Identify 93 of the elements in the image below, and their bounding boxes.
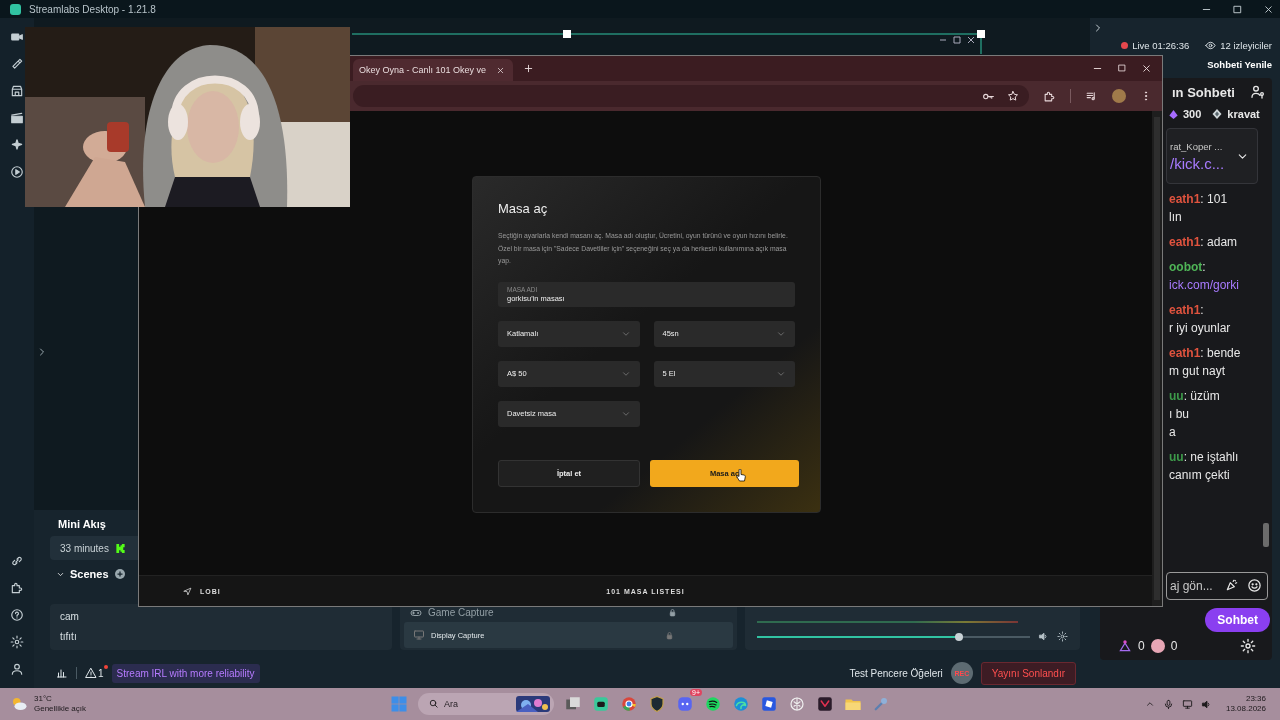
alert-count: 1 xyxy=(98,667,104,679)
scene-item[interactable]: tıfıtı xyxy=(50,628,392,646)
close-icon[interactable] xyxy=(1141,63,1152,74)
start-icon[interactable] xyxy=(390,695,408,713)
sound-waves-icon[interactable] xyxy=(704,695,722,713)
maximize-icon[interactable] xyxy=(1117,63,1127,73)
dialog-title: Masa aç xyxy=(498,201,549,216)
gem-icon xyxy=(1168,108,1179,120)
window-title: Streamlabs Desktop - 1.21.8 xyxy=(29,3,156,15)
extensions-icon[interactable] xyxy=(1043,89,1056,103)
app-logo-icon xyxy=(10,3,21,15)
send-chat-button[interactable]: Sohbet xyxy=(1205,608,1270,632)
chat-message: oobot: ick.com/gorki xyxy=(1169,259,1240,294)
speaker-icon[interactable] xyxy=(1200,698,1212,710)
lock-icon[interactable] xyxy=(665,630,674,640)
help-icon[interactable] xyxy=(10,608,24,622)
close-icon[interactable] xyxy=(1263,3,1274,15)
tilted-square-icon[interactable] xyxy=(760,695,778,713)
scene-item[interactable]: cam xyxy=(50,608,392,626)
knot-icon[interactable] xyxy=(788,695,806,713)
weather-icon[interactable] xyxy=(10,695,28,713)
search-icon xyxy=(428,698,439,709)
sparkle-icon[interactable] xyxy=(10,138,24,152)
live-timer: Live 01:26:36 xyxy=(1132,40,1190,51)
party-popper-icon[interactable] xyxy=(1225,578,1239,592)
refresh-chat-link[interactable]: Sohbeti Yenile xyxy=(1207,59,1272,70)
puzzle-icon[interactable] xyxy=(10,581,24,595)
user-icon[interactable] xyxy=(10,662,24,676)
robot-icon[interactable] xyxy=(592,695,610,713)
counter-value: 0 xyxy=(1138,639,1145,653)
chat-link[interactable]: ick.com/gorki xyxy=(1169,278,1239,292)
close-tab-icon[interactable] xyxy=(496,65,506,75)
coin-icon xyxy=(1150,639,1165,653)
navigation-icon[interactable] xyxy=(183,586,192,596)
weather-text: Genellikle açık xyxy=(34,704,87,714)
source-item[interactable]: Game Capture xyxy=(404,604,733,621)
k-logo-icon xyxy=(114,542,126,554)
settings-icon[interactable] xyxy=(10,635,24,649)
store-icon[interactable] xyxy=(10,84,24,98)
end-stream-button[interactable]: Yayını Sonlandır xyxy=(980,661,1076,685)
clapperboard-icon[interactable] xyxy=(10,111,24,125)
profile-avatar[interactable] xyxy=(1112,89,1126,103)
chat-input[interactable]: aj gön... xyxy=(1166,572,1268,600)
lock-icon[interactable] xyxy=(668,608,677,617)
chat-message: eath1: bende m gut nayt xyxy=(1169,345,1242,380)
browser-icon[interactable] xyxy=(620,695,638,713)
viewer-count: 12 izleyiciler xyxy=(1220,40,1272,51)
test-widgets-link[interactable]: Test Pencere Öğeleri xyxy=(849,667,943,679)
browser-tab[interactable]: Okey Oyna - Canlı 101 Okey ve xyxy=(353,59,514,81)
media-control-icon[interactable] xyxy=(1085,89,1098,103)
chat-message: eath1: 101 lın xyxy=(1169,191,1229,226)
flask-icon xyxy=(1118,639,1132,653)
speaker-icon[interactable] xyxy=(1038,631,1049,642)
clock-time[interactable]: 23:36 xyxy=(1245,694,1266,704)
monitor-icon xyxy=(413,629,425,641)
chat-message: uu: ne iştahlı canım çekti xyxy=(1169,449,1240,484)
alert-icon[interactable] xyxy=(85,667,97,679)
chat-stat: kravat xyxy=(1227,108,1260,120)
microphone-icon[interactable] xyxy=(1162,698,1174,710)
link-icon[interactable] xyxy=(10,554,24,568)
notification-dot xyxy=(103,665,108,669)
stats-icon[interactable] xyxy=(56,667,68,679)
add-icon[interactable] xyxy=(113,568,126,580)
chat-app-icon[interactable] xyxy=(676,695,694,713)
clock-date[interactable]: 13.08.2026 xyxy=(1225,704,1266,714)
temperature: 31°C xyxy=(34,694,53,704)
panel-title: Mini Akış xyxy=(57,517,107,532)
chevron-up-icon[interactable] xyxy=(1144,699,1155,709)
volume-slider[interactable] xyxy=(757,631,1030,642)
counter-value: 0 xyxy=(1170,639,1178,653)
emoji-icon[interactable] xyxy=(1247,578,1262,593)
chat-message: eath1: adam xyxy=(1169,234,1239,251)
eye-icon xyxy=(1205,40,1217,51)
chat-title: ın Sohbeti xyxy=(1172,84,1235,100)
settings-icon[interactable] xyxy=(1057,631,1068,642)
shield-icon[interactable] xyxy=(648,695,666,713)
chat-message: eath1: r iyi oyunlar xyxy=(1169,302,1232,337)
maximize-icon[interactable] xyxy=(1232,3,1243,15)
scrollbar-thumb[interactable] xyxy=(1263,523,1269,547)
monitor-icon[interactable] xyxy=(1181,698,1193,710)
star-icon[interactable] xyxy=(1007,90,1019,102)
new-tab-icon[interactable] xyxy=(523,63,535,74)
panel-title: Scenes xyxy=(70,568,109,580)
promo-link[interactable]: Stream IRL with more reliability xyxy=(111,663,260,683)
camera-icon[interactable] xyxy=(10,30,24,44)
users-icon[interactable] xyxy=(1250,84,1266,100)
pinned-message[interactable]: rat_Koper ... /kick.c... xyxy=(1166,128,1258,184)
play-icon[interactable] xyxy=(10,165,24,179)
video-editor-icon[interactable] xyxy=(816,695,834,713)
chat-message: uu: üzüm ı bu a xyxy=(1169,388,1221,441)
chat-stat: 300 xyxy=(1183,108,1202,120)
badge-icon xyxy=(1211,108,1224,120)
live-dot xyxy=(1121,42,1129,49)
